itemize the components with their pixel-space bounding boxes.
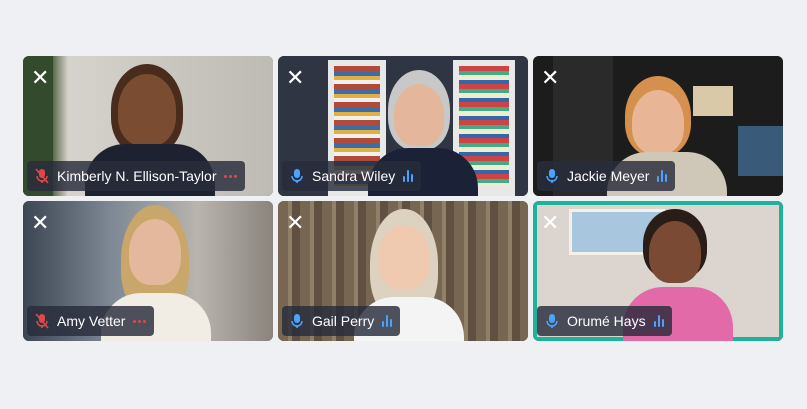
participant-label: Kimberly N. Ellison-Taylor [27,161,246,191]
mic-muted-icon [35,313,49,329]
mic-icon [290,168,304,184]
participant-tile-sandra[interactable]: ✕ Sandra Wiley [278,56,528,196]
close-icon[interactable]: ✕ [31,68,49,90]
close-icon[interactable]: ✕ [31,213,49,235]
close-icon[interactable]: ✕ [541,68,559,90]
participant-label: Amy Vetter [27,306,155,336]
participant-tile-orume[interactable]: ✕ Orumé Hays [533,201,783,341]
participant-tile-gail[interactable]: ✕ Gail Perry [278,201,528,341]
close-icon[interactable]: ✕ [541,213,559,235]
audio-level-icon [403,170,414,182]
audio-level-icon [382,315,393,327]
participant-tile-amy[interactable]: ✕ Amy Vetter [23,201,273,341]
participant-label: Jackie Meyer [537,161,676,191]
close-icon[interactable]: ✕ [286,68,304,90]
participant-name: Jackie Meyer [567,168,650,184]
mic-icon [545,168,559,184]
participant-label: Orumé Hays [537,306,672,336]
participant-name: Sandra Wiley [312,168,396,184]
muted-indicator [224,174,238,178]
mic-icon [545,313,559,329]
audio-level-icon [653,315,664,327]
muted-indicator [133,319,147,323]
close-icon[interactable]: ✕ [286,213,304,235]
audio-level-icon [657,170,668,182]
participant-label: Gail Perry [282,306,401,336]
participant-name: Kimberly N. Ellison-Taylor [57,168,217,184]
participant-name: Gail Perry [312,313,375,329]
mic-icon [290,313,304,329]
participant-name: Amy Vetter [57,313,126,329]
video-grid: ✕ Kimberly N. Ellison-Taylor ✕ Sandra Wi… [23,56,783,341]
participant-name: Orumé Hays [567,313,646,329]
participant-tile-kimberly[interactable]: ✕ Kimberly N. Ellison-Taylor [23,56,273,196]
mic-muted-icon [35,168,49,184]
participant-label: Sandra Wiley [282,161,422,191]
participant-tile-jackie[interactable]: ✕ Jackie Meyer [533,56,783,196]
